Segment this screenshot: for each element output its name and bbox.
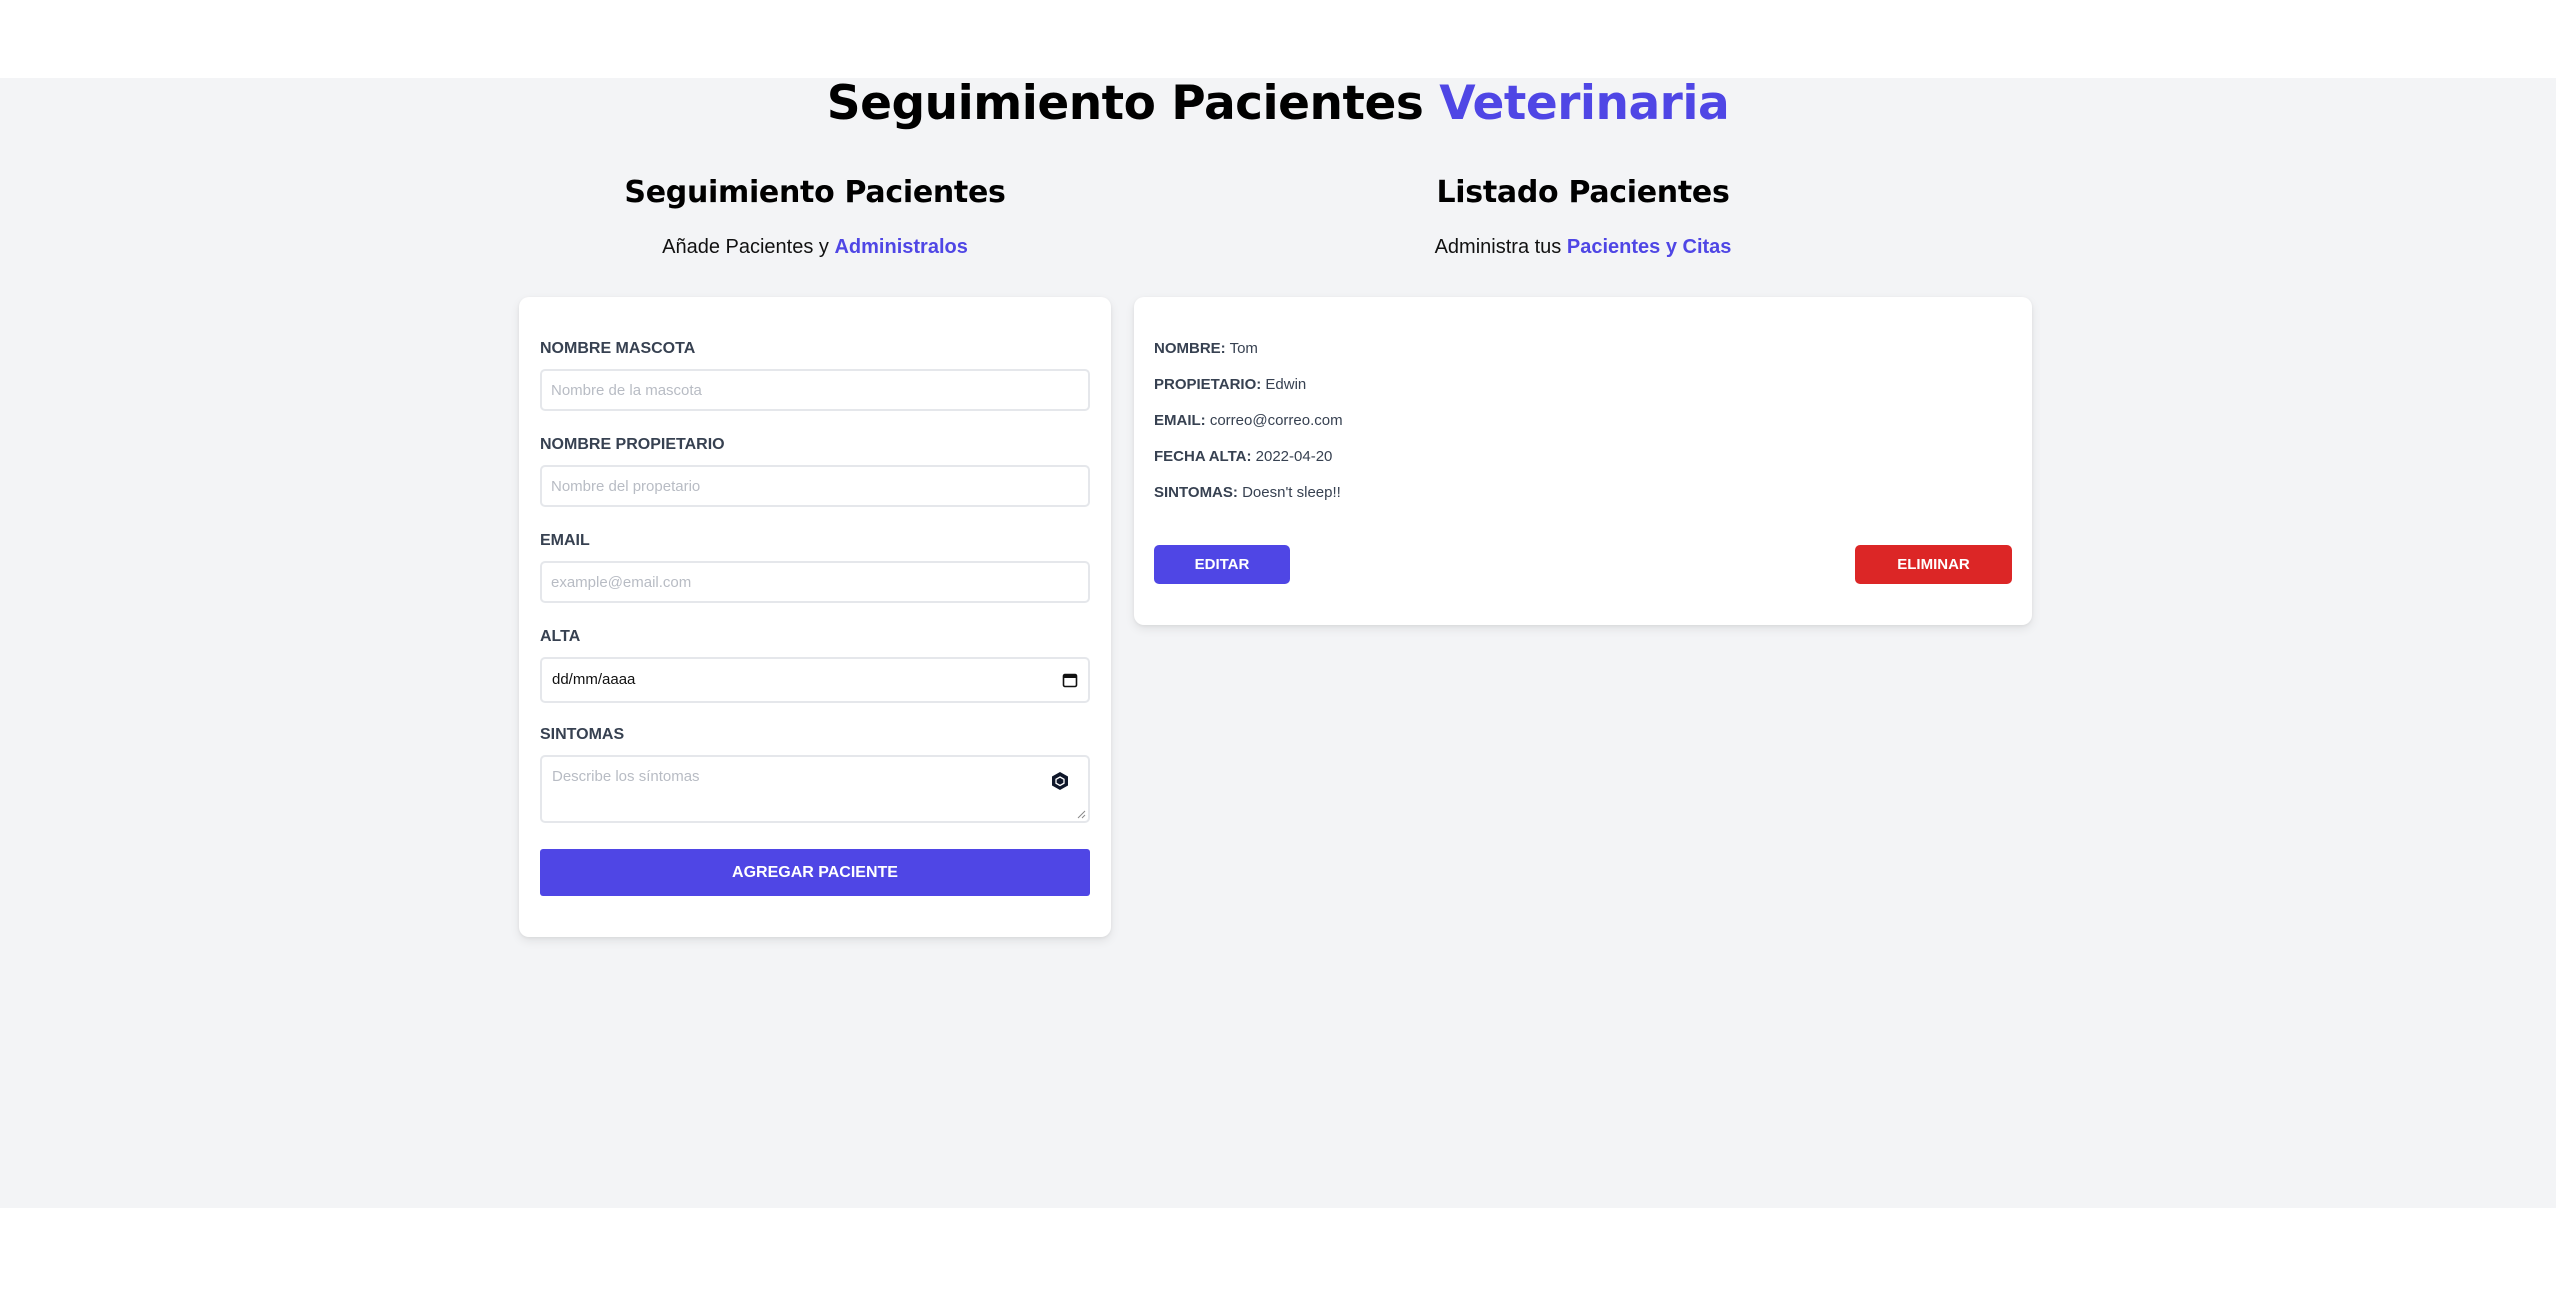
patient-card: NOMBRE: Tom PROPIETARIO: Edwin EMAIL: co… [1134,297,2032,625]
calendar-icon[interactable] [1062,672,1078,688]
list-section-heading: Listado Pacientes [1436,175,1730,210]
email-label: EMAIL [540,532,590,549]
patient-email-value: correo@correo.com [1209,412,1343,429]
form-subtitle-plain: Añade Pacientes y [662,236,829,258]
add-patient-button[interactable]: AGREGAR PACIENTE [540,849,1090,896]
date-format-text: dd/mm/aaaa [552,671,636,688]
patient-form: NOMBRE MASCOTA NOMBRE PROPIETARIO EMAIL … [519,297,1111,937]
owner-name-label: NOMBRE PROPIETARIO [540,436,725,453]
resize-handle-icon[interactable] [1076,809,1086,819]
patient-symptoms-value: Doesn't sleep!! [1242,484,1341,501]
list-section-subtitle: Administra tus Pacientes y Citas [1134,236,2032,259]
patient-email-key: EMAIL: [1154,412,1206,429]
delete-button[interactable]: ELIMINAR [1855,545,2012,584]
patient-symptoms-key: SINTOMAS: [1154,484,1238,501]
form-section-subtitle: Añade Pacientes y Administralos [520,236,1110,259]
patient-name-row: NOMBRE: Tom [1154,340,1258,357]
patient-owner-value: Edwin [1265,376,1307,393]
page-title-accent: Veterinaria [1439,76,1730,131]
patient-date-key: FECHA ALTA: [1154,448,1252,465]
patient-email-row: EMAIL: correo@correo.com [1154,412,1343,429]
page-title-main: Seguimiento Pacientes [826,76,1424,131]
assistant-icon[interactable] [1051,771,1069,791]
patient-name-value: Tom [1229,340,1258,357]
symptoms-textarea[interactable]: Describe los síntomas [540,755,1090,823]
list-subtitle-plain: Administra tus [1434,236,1562,258]
patient-date-value: 2022-04-20 [1255,448,1333,465]
discharge-date-input[interactable]: dd/mm/aaaa [540,657,1090,703]
edit-button[interactable]: EDITAR [1154,545,1290,584]
list-subtitle-accent: Pacientes y Citas [1566,236,1732,258]
symptoms-label: SINTOMAS [540,726,625,743]
discharge-date-label: ALTA [540,628,581,645]
page-title: Seguimiento Pacientes Veterinaria [0,76,2556,131]
patient-owner-key: PROPIETARIO: [1154,376,1262,393]
pet-name-input[interactable] [540,369,1090,411]
symptoms-placeholder: Describe los síntomas [552,768,700,785]
form-subtitle-accent: Administralos [834,236,968,258]
patient-symptoms-row: SINTOMAS: Doesn't sleep!! [1154,484,1341,501]
patient-date-row: FECHA ALTA: 2022-04-20 [1154,448,1332,465]
form-section-header: Seguimiento Pacientes Añade Pacientes y … [520,175,1110,259]
patient-owner-row: PROPIETARIO: Edwin [1154,376,1306,393]
patient-name-key: NOMBRE: [1154,340,1226,357]
email-input[interactable] [540,561,1090,603]
form-section-heading: Seguimiento Pacientes [624,175,1006,210]
list-section-header: Listado Pacientes Administra tus Pacient… [1134,175,2032,259]
owner-name-input[interactable] [540,465,1090,507]
pet-name-label: NOMBRE MASCOTA [540,340,696,357]
